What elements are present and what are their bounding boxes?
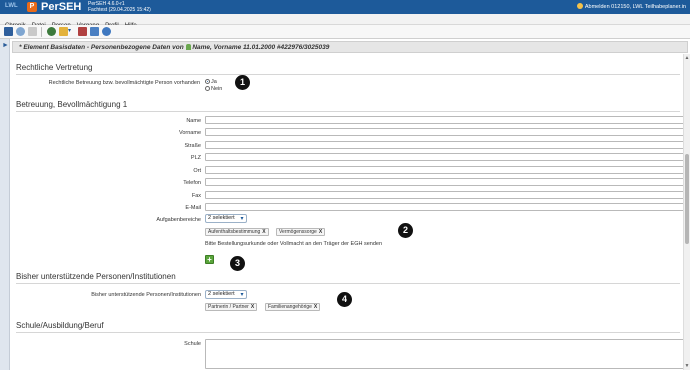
- radio-ja-label: Ja: [211, 79, 217, 85]
- radio-checked-icon: [205, 79, 210, 84]
- tag-remove-button[interactable]: X: [319, 229, 322, 235]
- label-unterstuetzende: Bisher unterstützende Personen/Instituti…: [91, 292, 201, 298]
- section-divider: [16, 111, 680, 112]
- header-suffix: Name, Vorname 11.01.2000 #422976/3025039: [192, 44, 330, 51]
- fax-input[interactable]: [205, 191, 686, 199]
- section-title-rechtliche-vertretung: Rechtliche Vertretung: [16, 63, 93, 72]
- section-divider: [16, 283, 680, 284]
- element-header: * Element Basisdaten - Personenbezogene …: [12, 41, 688, 53]
- radio-nein[interactable]: Nein: [205, 86, 222, 92]
- section-title-betreuung: Betreuung, Bevollmächtigung 1: [16, 100, 128, 109]
- tag-aufenthaltsbestimmung: Aufenthaltsbestimmung X: [205, 228, 269, 236]
- chevron-down-icon: ▾: [240, 292, 244, 298]
- annotation-badge-3: 3: [230, 256, 245, 271]
- plz-input[interactable]: [205, 153, 686, 161]
- label-strasse: Straße: [184, 143, 201, 149]
- tag-remove-button[interactable]: X: [251, 304, 254, 310]
- network-icon[interactable]: [78, 27, 87, 36]
- chevron-down-icon[interactable]: ▾: [68, 27, 74, 36]
- aufgabenbereiche-select[interactable]: 2 selektiert ▾: [205, 214, 247, 223]
- person-search-icon[interactable]: [47, 27, 56, 36]
- radio-ja[interactable]: Ja: [205, 79, 217, 85]
- undo-icon[interactable]: [16, 27, 25, 36]
- tag-label: Familienangehörige: [268, 304, 312, 310]
- radio-unchecked-icon: [205, 86, 210, 91]
- expand-arrow-icon[interactable]: ►: [2, 42, 9, 49]
- tag-label: Partnerin / Partner: [208, 304, 249, 310]
- section-divider: [16, 332, 680, 333]
- label-fax: Fax: [191, 193, 201, 199]
- annotation-badge-4: 4: [337, 292, 352, 307]
- user-logout-link[interactable]: Abmelden 012150, LWL Teilhabeplaner.in: [576, 3, 686, 10]
- tag-familienangehoerige: Familienangehörige X: [265, 303, 321, 311]
- scrollbar-thumb[interactable]: [685, 154, 689, 244]
- label-ort: Ort: [193, 168, 201, 174]
- label-email: E-Mail: [185, 205, 201, 211]
- user-text: Abmelden 012150, LWL Teilhabeplaner.in: [584, 4, 686, 10]
- label-vorname: Vorname: [178, 130, 201, 136]
- edit-icon[interactable]: [28, 27, 37, 36]
- label-aufgabenbereiche: Aufgabenbereiche: [156, 217, 201, 223]
- label-name: Name: [186, 118, 201, 124]
- label-schule: Schule: [184, 341, 201, 347]
- label-plz: PLZ: [190, 155, 201, 161]
- schule-textarea[interactable]: [205, 339, 686, 369]
- chevron-down-icon: ▾: [240, 216, 244, 222]
- left-navigation-strip: ►: [0, 39, 10, 370]
- save-icon[interactable]: [4, 27, 13, 36]
- tag-vermoegenssorge: Vermögenssorge X: [276, 228, 326, 236]
- toolbar: ▾: [0, 25, 690, 39]
- brand-small-label: LWL: [5, 3, 18, 9]
- element-header-text: * Element Basisdaten - Personenbezogene …: [19, 43, 329, 52]
- help-icon[interactable]: [102, 27, 111, 36]
- section-title-schule: Schule/Ausbildung/Beruf: [16, 321, 104, 330]
- bestellungsurkunde-note: Bitte Bestellungsurkunde oder Vollmacht …: [205, 241, 383, 247]
- tag-partnerin-partner: Partnerin / Partner X: [205, 303, 258, 311]
- aufgabenbereiche-select-value: 2 selektiert: [208, 215, 235, 221]
- tag-remove-button[interactable]: X: [314, 304, 317, 310]
- add-betreuung-button[interactable]: +: [205, 255, 214, 264]
- name-input[interactable]: [205, 116, 686, 124]
- app-logo-icon: P: [27, 2, 37, 12]
- ort-input[interactable]: [205, 166, 686, 174]
- version-info: PerSEH 4.6.0-r1 Fachtest (29.04.2025 15:…: [88, 1, 151, 13]
- menu-bar: ChronikDateiPersonVorgangProfilHilfe: [0, 14, 690, 29]
- build-line: Fachtest (29.04.2025 15:42): [88, 7, 151, 13]
- scroll-up-icon[interactable]: ▲: [684, 55, 690, 61]
- tag-remove-button[interactable]: X: [262, 229, 265, 235]
- telefon-input[interactable]: [205, 178, 686, 186]
- app-name: PerSEH: [41, 1, 82, 13]
- unterstuetzende-select-value: 2 selektiert: [208, 291, 235, 297]
- person-link-icon[interactable]: [90, 27, 99, 36]
- section-title-unterstuetzende: Bisher unterstützende Personen/Instituti…: [16, 272, 176, 281]
- app-titlebar: LWL P PerSEH PerSEH 4.6.0-r1 Fachtest (2…: [0, 0, 690, 14]
- tag-label: Aufenthaltsbestimmung: [208, 229, 261, 235]
- annotation-badge-2: 2: [398, 223, 413, 238]
- strasse-input[interactable]: [205, 141, 686, 149]
- vorname-input[interactable]: [205, 128, 686, 136]
- vertical-scrollbar[interactable]: ▲ ▼: [683, 54, 690, 370]
- annotation-badge-1: 1: [235, 75, 250, 90]
- person-icon: [185, 44, 191, 50]
- toolbar-separator: [41, 27, 42, 37]
- question-label: Rechtliche Betreuung bzw. bevollmächtigt…: [48, 80, 200, 86]
- label-telefon: Telefon: [183, 180, 201, 186]
- section-divider: [16, 74, 680, 75]
- user-icon: [576, 3, 583, 9]
- add-item-icon[interactable]: [59, 27, 68, 36]
- form-content: Rechtliche Vertretung Rechtliche Betreuu…: [10, 54, 686, 370]
- email-input[interactable]: [205, 203, 686, 211]
- scroll-down-icon[interactable]: ▼: [684, 363, 690, 369]
- tag-label: Vermögenssorge: [279, 229, 317, 235]
- header-prefix: * Element Basisdaten - Personenbezogene …: [19, 44, 184, 51]
- radio-nein-label: Nein: [211, 86, 223, 92]
- unterstuetzende-select[interactable]: 2 selektiert ▾: [205, 290, 247, 299]
